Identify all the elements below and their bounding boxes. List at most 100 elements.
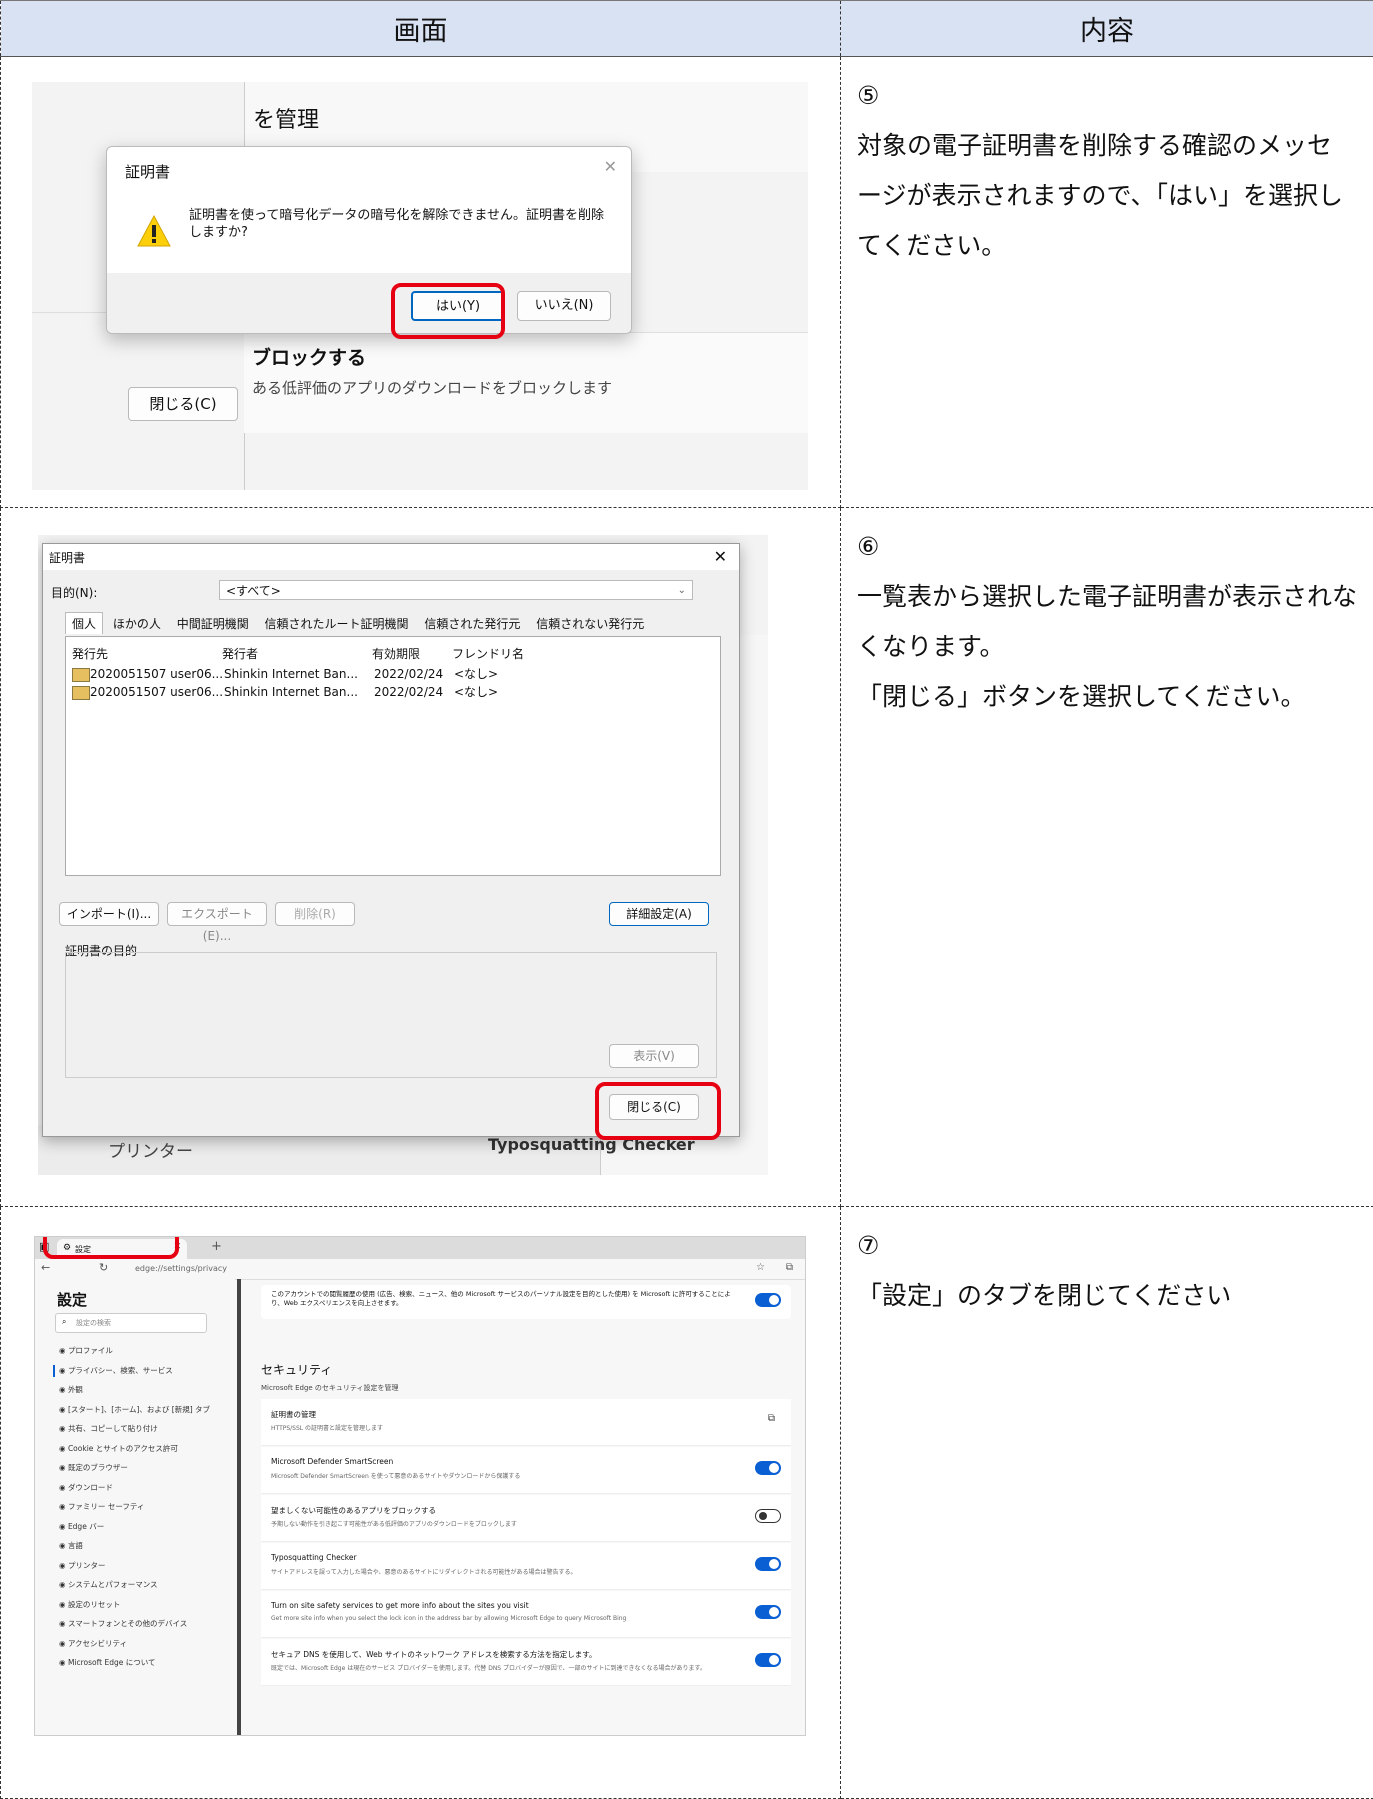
setting-title: セキュア DNS を使用して、Web サイトのネットワーク アドレスを検索する方…: [271, 1649, 597, 1660]
sidebar-item[interactable]: ◉ プリンター: [59, 1556, 210, 1576]
sidebar-list: ◉ プロファイル ◉ プライバシー、検索、サービス ◉ 外観 ◉ [スタート]、…: [59, 1341, 210, 1673]
sidebar-item[interactable]: ◉ Cookie とサイトのアクセス許可: [59, 1439, 210, 1459]
setting-title: Typosquatting Checker: [271, 1553, 357, 1562]
sidebar-item-label: Cookie とサイトのアクセス許可: [68, 1444, 178, 1453]
table-row[interactable]: 2020051507 user06...Shinkin Internet Ban…: [72, 683, 534, 700]
sidebar-item-label: 既定のブラウザー: [68, 1463, 128, 1472]
bg-close-button[interactable]: 閉じる(C): [128, 387, 238, 421]
setting-toggle[interactable]: [755, 1557, 781, 1571]
new-tab-icon[interactable]: +: [211, 1239, 222, 1254]
setting-row[interactable]: 証明書の管理HTTPS/SSL の証明書と設定を管理します⧉: [261, 1399, 791, 1446]
no-button[interactable]: いいえ(N): [517, 291, 611, 321]
search-input[interactable]: ⌕ 設定の検索: [55, 1313, 207, 1333]
sidebar-item[interactable]: ◉ ファミリー セーフティ: [59, 1497, 210, 1517]
sidebar-item-label: プリンター: [68, 1561, 106, 1570]
setting-desc: Get more site info when you select the l…: [271, 1615, 741, 1622]
setting-row[interactable]: セキュア DNS を使用して、Web サイトのネットワーク アドレスを検索する方…: [261, 1639, 791, 1686]
setting-desc: 予期しない動作を引き起こす可能性がある低評価のアプリのダウンロードをブロックしま…: [271, 1519, 741, 1528]
view-label: 表示(V): [633, 1049, 675, 1063]
setting-row[interactable]: Turn on site safety services to get more…: [261, 1591, 791, 1638]
col-issued-by[interactable]: 発行者: [222, 645, 372, 662]
sidebar-item-label: 言語: [68, 1541, 83, 1550]
dialog-title: 証明書: [49, 549, 85, 566]
close-icon[interactable]: ✕: [714, 547, 727, 566]
import-label: インポート(I)...: [67, 907, 151, 921]
cell: Shinkin Internet Ban...: [224, 685, 374, 699]
sidebar-item-label: アクセシビリティ: [68, 1639, 127, 1648]
personalization-card: このアカウントでの閲覧履歴の使用 (広告、検索、ニュース、他の Microsof…: [261, 1285, 791, 1319]
sidebar-item[interactable]: ◉ システムとパフォーマンス: [59, 1575, 210, 1595]
setting-title: Microsoft Defender SmartScreen: [271, 1457, 393, 1466]
view-button[interactable]: 表示(V): [609, 1044, 699, 1068]
personalization-text: このアカウントでの閲覧履歴の使用 (広告、検索、ニュース、他の Microsof…: [271, 1290, 741, 1308]
import-button[interactable]: インポート(I)...: [59, 902, 159, 926]
back-icon[interactable]: ←: [41, 1261, 50, 1274]
col-expiry[interactable]: 有効期限: [372, 645, 452, 662]
advanced-button[interactable]: 詳細設定(A): [609, 902, 709, 926]
content-cell: ⑤ 対象の電子証明書を削除する確認のメッセージが表示されますので、「はい」を選択…: [841, 57, 1373, 508]
tab-intermediate[interactable]: 中間証明機関: [171, 613, 255, 634]
highlight-close: [595, 1082, 721, 1140]
sidebar-item[interactable]: ◉ プロファイル: [59, 1341, 210, 1361]
collections-icon[interactable]: ⧉: [786, 1262, 793, 1273]
certificate-list[interactable]: 発行先発行者有効期限フレンドリ名 2020051507 user06...Shi…: [65, 636, 721, 876]
col-friendly-name[interactable]: フレンドリ名: [452, 645, 532, 662]
external-link-icon[interactable]: ⧉: [768, 1413, 775, 1424]
cell: 2020051507 user06...: [90, 667, 224, 681]
sidebar-item-label: プロファイル: [68, 1346, 113, 1355]
setting-toggle[interactable]: [755, 1653, 781, 1667]
sidebar-item[interactable]: ◉ アクセシビリティ: [59, 1634, 210, 1654]
setting-toggle[interactable]: [755, 1461, 781, 1475]
close-icon[interactable]: ✕: [604, 157, 617, 176]
sidebar-item[interactable]: ◉ ダウンロード: [59, 1478, 210, 1498]
screenshot-edge-settings: ▣ ⚙ 設定 ✕ + ← ↻ edge://settings/privacy ☆…: [34, 1236, 806, 1736]
certificate-dialog: 証明書 ✕ 目的(N): <すべて> ⌄ 個人 ほかの人 中間証明機関 信頼され…: [42, 543, 740, 1137]
tab-untrusted-publishers[interactable]: 信頼されない発行元: [530, 613, 650, 634]
setting-toggle[interactable]: [755, 1605, 781, 1619]
col-issued-to[interactable]: 発行先: [72, 645, 222, 662]
step-text: 一覧表から選択した電子証明書が表示されなくなります。: [857, 572, 1357, 672]
table-row[interactable]: 2020051507 user06...Shinkin Internet Ban…: [72, 665, 534, 682]
refresh-icon[interactable]: ↻: [99, 1261, 108, 1274]
setting-row[interactable]: Microsoft Defender SmartScreenMicrosoft …: [261, 1447, 791, 1494]
sidebar-item-label: 外観: [68, 1385, 83, 1394]
screenshot-certificate-list: プリンター Typosquatting Checker 証明書 ✕ 目的(N):…: [38, 535, 768, 1175]
setting-row[interactable]: 望ましくない可能性のあるアプリをブロックする予期しない動作を引き起こす可能性があ…: [261, 1495, 791, 1542]
sidebar-item[interactable]: ◉ 外観: [59, 1380, 210, 1400]
delete-button[interactable]: 削除(R): [275, 902, 355, 926]
address-bar[interactable]: edge://settings/privacy: [135, 1264, 227, 1273]
sidebar-item[interactable]: ◉ プライバシー、検索、サービス: [59, 1361, 210, 1381]
search-placeholder: 設定の検索: [76, 1318, 111, 1328]
setting-row[interactable]: Typosquatting Checkerサイトアドレスを誤って入力した場合や、…: [261, 1543, 791, 1590]
setting-toggle[interactable]: [755, 1509, 781, 1523]
purpose-select[interactable]: <すべて> ⌄: [219, 580, 693, 600]
sidebar-item-label: ダウンロード: [68, 1483, 113, 1492]
step-text: 「設定」のタブを閉じてください: [857, 1271, 1357, 1321]
setting-title: Turn on site safety services to get more…: [271, 1601, 529, 1610]
sidebar-item[interactable]: ◉ [スタート]、[ホーム]、および [新規] タブ: [59, 1400, 210, 1420]
sidebar-item[interactable]: ◉ 共有、コピーして貼り付け: [59, 1419, 210, 1439]
setting-desc: 既定では、Microsoft Edge は現在のサービス プロバイダーを使用しま…: [271, 1663, 741, 1672]
step-number: ⑦: [857, 1221, 1357, 1271]
sidebar-item[interactable]: ◉ 設定のリセット: [59, 1595, 210, 1615]
sidebar-item-label: スマートフォンとその他のデバイス: [68, 1619, 187, 1628]
dialog-message: 証明書を使って暗号化データの暗号化を解除できません。証明書を削除しますか?: [189, 207, 609, 241]
tab-personal[interactable]: 個人: [65, 612, 103, 634]
personalization-toggle[interactable]: [755, 1293, 781, 1307]
step-text: 対象の電子証明書を削除する確認のメッセージが表示されますので、「はい」を選択して…: [857, 121, 1357, 271]
security-title: セキュリティ: [261, 1361, 332, 1378]
sidebar-item[interactable]: ◉ Edge バー: [59, 1517, 210, 1537]
sidebar-item[interactable]: ◉ Microsoft Edge について: [59, 1653, 210, 1673]
chevron-down-icon: ⌄: [678, 581, 686, 601]
sidebar-item[interactable]: ◉ 言語: [59, 1536, 210, 1556]
sidebar-item[interactable]: ◉ 既定のブラウザー: [59, 1458, 210, 1478]
step-text-2: 「閉じる」ボタンを選択してください。: [857, 672, 1357, 722]
sidebar-item[interactable]: ◉ スマートフォンとその他のデバイス: [59, 1614, 210, 1634]
tab-trusted-publishers[interactable]: 信頼された発行元: [418, 613, 526, 634]
export-button[interactable]: エクスポート(E)...: [167, 902, 267, 926]
address-bar-row: ← ↻ edge://settings/privacy ☆ ⧉: [35, 1259, 805, 1280]
tab-others[interactable]: ほかの人: [107, 613, 167, 634]
tab-trusted-root[interactable]: 信頼されたルート証明機関: [259, 613, 415, 634]
settings-sidebar: 設定 ⌕ 設定の検索 ◉ プロファイル ◉ プライバシー、検索、サービス ◉ 外…: [35, 1279, 235, 1735]
favorites-icon[interactable]: ☆: [756, 1262, 765, 1273]
